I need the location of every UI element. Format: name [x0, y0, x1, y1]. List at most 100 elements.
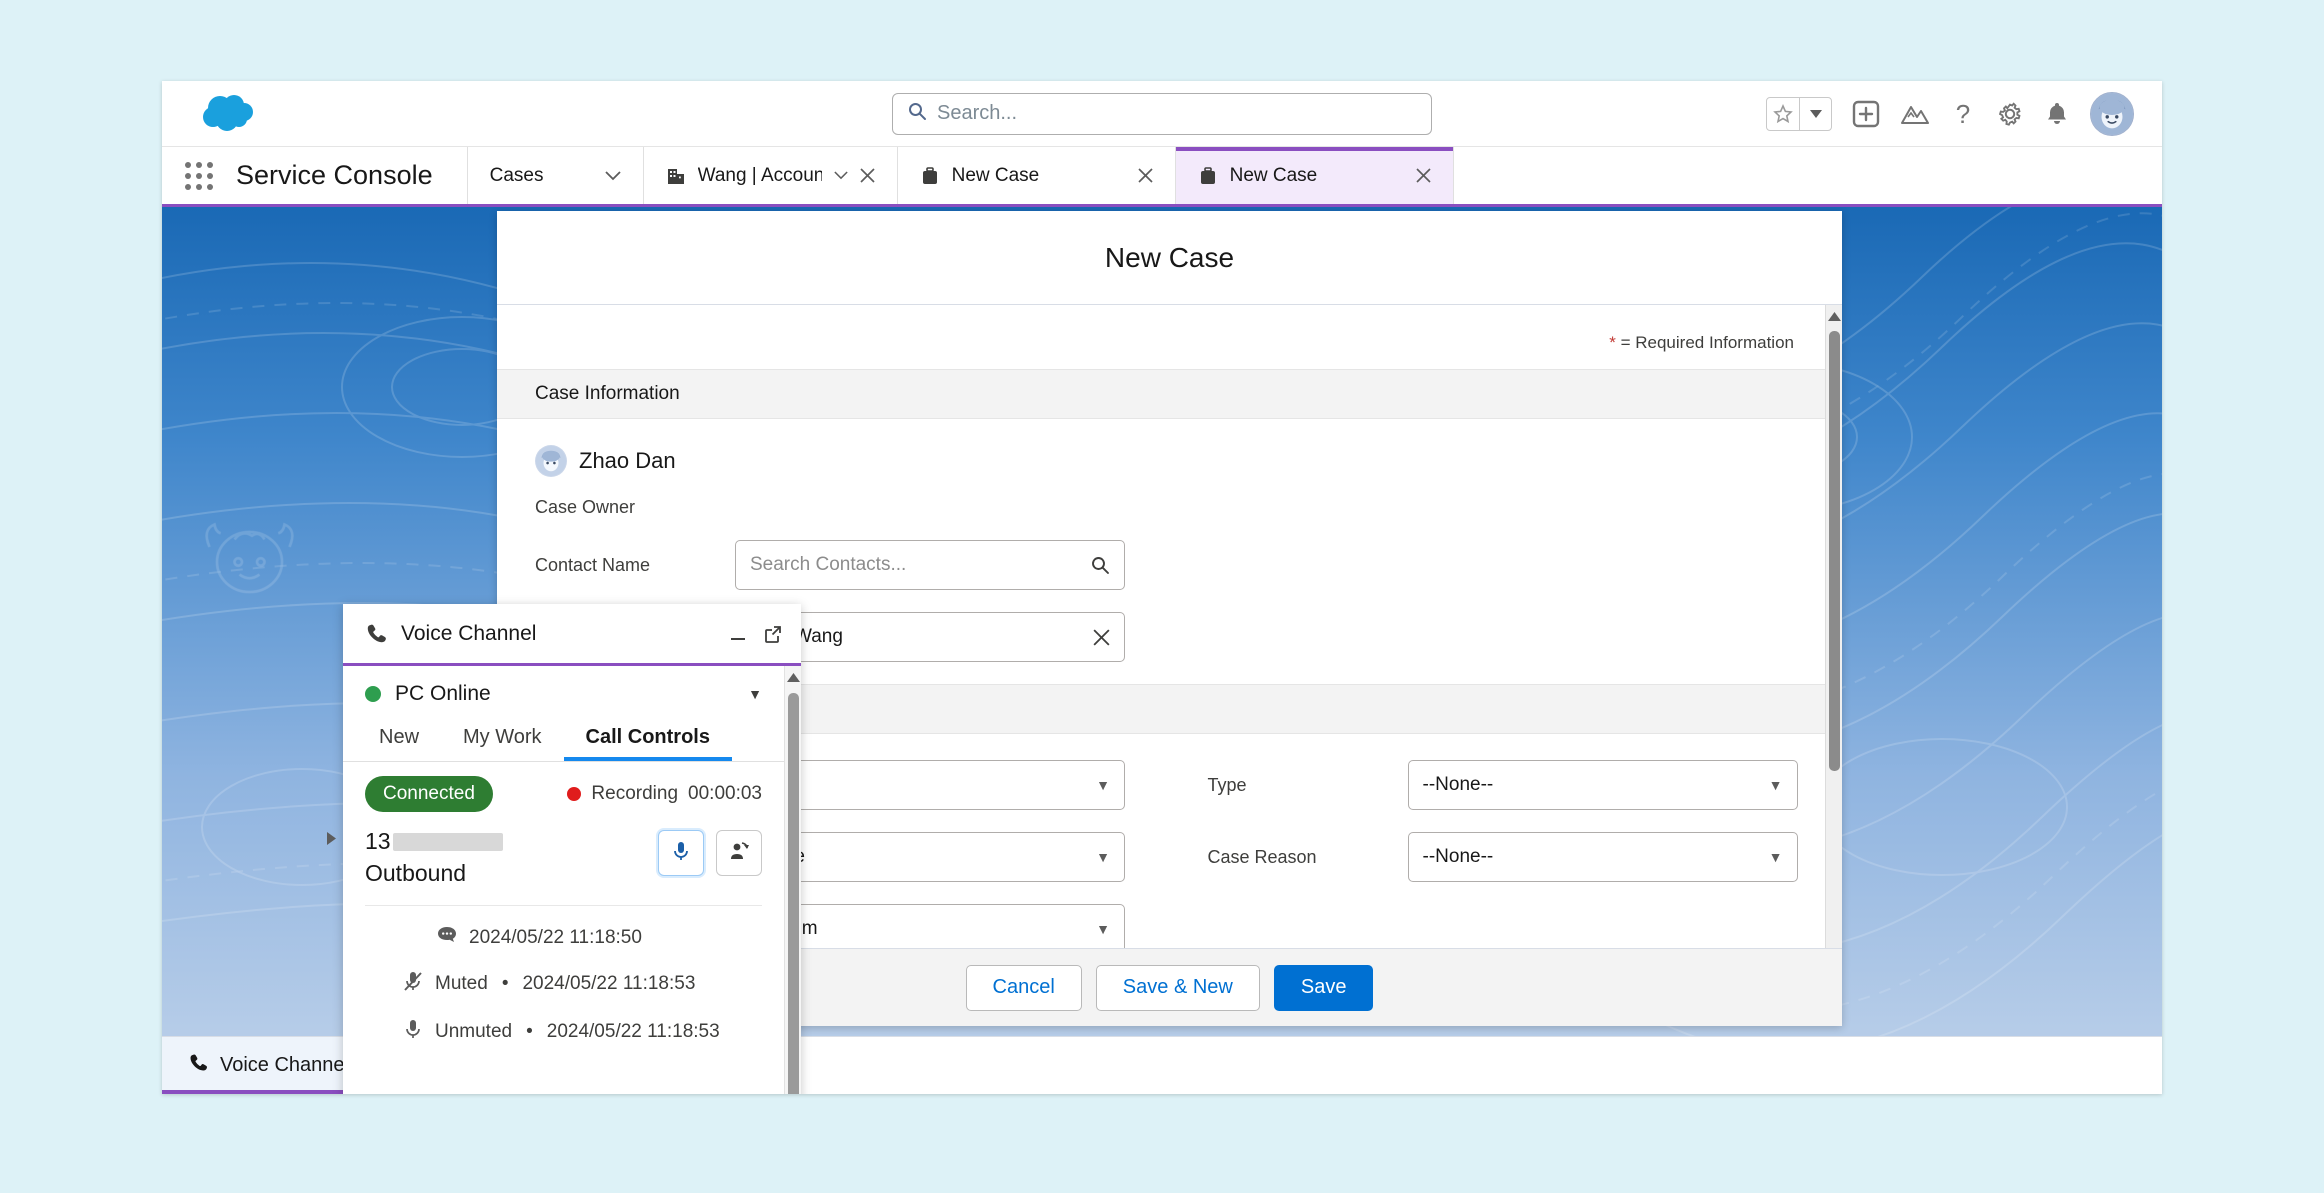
recording-indicator: Recording 00:00:03	[567, 783, 762, 805]
chevron-down-icon: ▼	[1096, 921, 1110, 937]
save-button[interactable]: Save	[1273, 964, 1374, 1011]
favorites-dropdown-icon[interactable]	[1799, 97, 1831, 130]
scrollbar-thumb[interactable]	[1828, 331, 1840, 771]
contact-name-placeholder: Search Contacts...	[750, 554, 907, 575]
recording-timer: 00:00:03	[688, 783, 762, 804]
workspace-area: New Case * = Required Information Case I…	[162, 207, 2162, 1094]
panel-expand-arrow-icon[interactable]	[327, 832, 336, 850]
scroll-up-arrow-icon[interactable]	[1827, 305, 1841, 329]
contact-name-lookup-input[interactable]: Search Contacts...	[735, 540, 1125, 590]
salesforce-cloud-logo[interactable]	[200, 92, 262, 136]
case-briefcase-icon	[920, 166, 940, 186]
call-number-block: 13 Outbound	[365, 828, 658, 887]
call-event-item: Unmuted • 2024/05/22 11:18:53	[365, 1018, 762, 1046]
required-asterisk: *	[1609, 333, 1616, 352]
workspace-tab-label: New Case	[1229, 164, 1318, 186]
call-direction-label: Outbound	[365, 860, 467, 886]
case-owner-name[interactable]: Zhao Dan	[579, 448, 676, 474]
close-icon[interactable]	[859, 168, 875, 183]
transfer-person-icon	[729, 840, 749, 867]
presence-status-row[interactable]: PC Online ▼	[343, 666, 784, 720]
minimize-icon[interactable]	[727, 625, 749, 643]
transfer-button[interactable]	[716, 830, 762, 876]
workspace-tab-new-case-1[interactable]: New Case	[897, 147, 1176, 204]
object-tab-cases[interactable]: Cases	[467, 147, 644, 204]
app-name-label: Service Console	[236, 147, 468, 204]
search-icon	[907, 101, 927, 126]
workspace-tab-label: New Case	[951, 164, 1040, 186]
user-avatar[interactable]	[2090, 91, 2134, 136]
account-building-icon	[666, 166, 686, 186]
case-reason-select[interactable]: --None-- ▼	[1407, 832, 1798, 882]
search-input[interactable]: Search...	[892, 92, 1432, 135]
chevron-down-icon: ▼	[1096, 849, 1110, 865]
call-event-timestamp: 2024/05/22 11:18:50	[469, 927, 642, 948]
tab-call-controls[interactable]: Call Controls	[564, 720, 732, 761]
cancel-button[interactable]: Cancel	[965, 964, 1082, 1011]
help-icon[interactable]: ?	[1950, 100, 1976, 128]
favorites-group[interactable]	[1766, 96, 1832, 131]
field-label-case-owner: Case Owner	[535, 497, 636, 517]
workspace-tab-new-case-2-active[interactable]: New Case	[1175, 147, 1454, 204]
required-information-note: * = Required Information	[497, 305, 1842, 369]
modal-scrollbar[interactable]	[1825, 305, 1842, 948]
case-reason-value: --None--	[1422, 846, 1494, 867]
scroll-up-arrow-icon[interactable]	[786, 666, 800, 690]
call-event-timestamp: 2024/05/22 11:18:53	[522, 973, 696, 994]
chevron-down-icon[interactable]	[604, 170, 621, 181]
type-value: --None--	[1422, 774, 1494, 795]
tab-my-work[interactable]: My Work	[441, 720, 564, 761]
pop-out-icon[interactable]	[763, 624, 783, 644]
recording-label: Recording	[591, 783, 679, 804]
presence-status-dot	[365, 686, 381, 702]
call-control-buttons	[658, 830, 762, 876]
close-icon[interactable]	[1093, 628, 1110, 646]
tab-new[interactable]: New	[357, 720, 441, 761]
case-owner-row: Zhao Dan	[497, 445, 1842, 477]
call-event-label: Muted	[435, 973, 488, 994]
field-label-contact-name: Contact Name	[535, 554, 651, 575]
trailhead-icon[interactable]	[1900, 101, 1930, 127]
chevron-down-icon: ▼	[1768, 849, 1783, 865]
chevron-down-icon: ▼	[1768, 777, 1783, 793]
microphone-muted-icon	[403, 970, 423, 998]
section-header-case-information: Case Information	[497, 369, 1842, 419]
mute-button[interactable]	[658, 830, 704, 876]
chevron-down-icon[interactable]: ▼	[748, 686, 762, 702]
workspace-tab-label: Wang | Account	[697, 164, 822, 186]
phone-number-prefix: 13	[365, 828, 391, 854]
call-event-label: Unmuted	[435, 1021, 513, 1042]
app-launcher-waffle-icon[interactable]	[162, 147, 236, 204]
chat-bubble-icon	[437, 926, 457, 950]
favorites-star-icon[interactable]	[1767, 98, 1799, 130]
navigation-bar: Service Console Cases Wang | Account New…	[162, 147, 2162, 207]
close-icon[interactable]	[1137, 168, 1153, 183]
voice-panel-scrollbar[interactable]	[784, 666, 801, 1094]
chevron-down-icon: ▼	[1096, 777, 1110, 793]
global-actions-plus-icon[interactable]	[1852, 100, 1880, 128]
call-event-log: 2024/05/22 11:18:50 Muted • 2024/05/22 1…	[365, 905, 762, 1046]
save-and-new-button[interactable]: Save & New	[1095, 964, 1260, 1011]
microphone-icon	[403, 1018, 423, 1046]
voice-channel-panel: Voice Channel PC Online ▼ New My Work Ca…	[327, 604, 801, 1094]
close-icon[interactable]	[1415, 168, 1431, 183]
chevron-down-icon[interactable]	[833, 171, 848, 180]
astro-avatar	[535, 445, 567, 477]
account-name-value: Wang	[794, 626, 843, 647]
type-select[interactable]: --None-- ▼	[1407, 760, 1798, 810]
required-note-text: = Required Information	[1620, 333, 1794, 352]
global-search[interactable]: Search...	[892, 92, 1432, 135]
setup-gear-icon[interactable]	[1996, 100, 2024, 128]
search-icon[interactable]	[1090, 555, 1110, 575]
voice-panel-tabs: New My Work Call Controls	[343, 720, 784, 762]
voice-panel-title: Voice Channel	[401, 621, 537, 645]
global-header: Search... ?	[162, 81, 2162, 147]
workspace-tab-wang-account[interactable]: Wang | Account	[643, 147, 898, 204]
form-row-contact-name: Contact Name Search Contacts...	[497, 540, 1842, 612]
scrollbar-thumb[interactable]	[787, 693, 799, 1094]
call-event-separator: •	[501, 973, 509, 994]
notifications-bell-icon[interactable]	[2044, 100, 2070, 128]
voice-panel-body: PC Online ▼ New My Work Call Controls Co…	[343, 666, 801, 1094]
page-title: New Case	[497, 211, 1842, 305]
presence-status-label: PC Online	[395, 682, 491, 705]
